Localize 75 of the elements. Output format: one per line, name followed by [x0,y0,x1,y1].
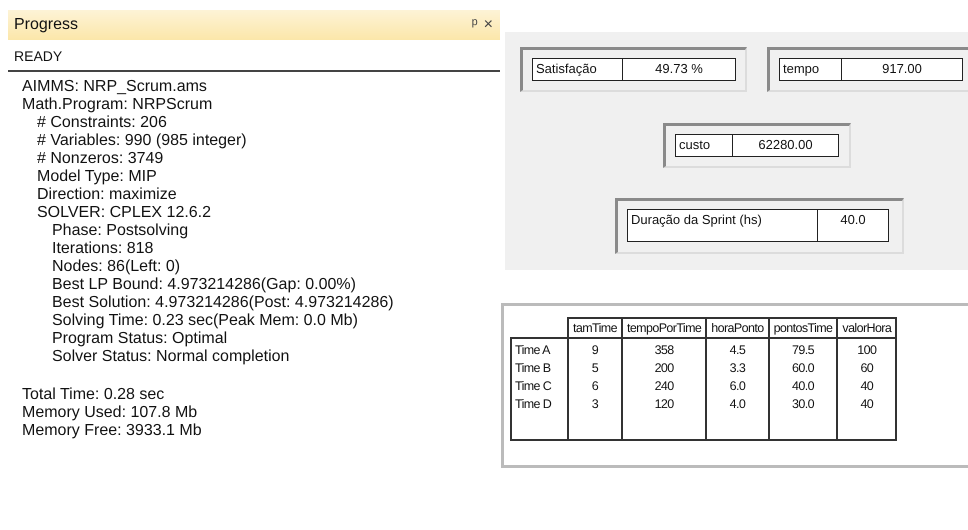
info-value: : Postsolving [97,222,188,239]
table-cell: 4.5 [706,338,769,359]
info-label: Solver Status [51,348,148,365]
table-cell: 3 [568,395,622,413]
info-label: Solving Time [51,312,144,329]
info-value: : 0.28 sec [94,386,164,403]
info-label: Phase [51,222,98,239]
table-cell: 60 [837,359,896,377]
info-value: : 4.973214286 [146,294,249,311]
column-header: horaPonto [706,318,769,338]
info-label: # Nonzeros [36,150,119,167]
table-cell: 79.5 [768,338,838,359]
column-header: tamTime [568,318,622,338]
info-value: : 0.23 sec [144,312,213,329]
row-header: Time D [511,395,568,413]
table-cell: 6.0 [706,377,769,395]
info-label: SOLVER [36,204,101,221]
info-value: : Optimal [163,330,228,347]
info-label: Best LP Bound [51,276,158,293]
info-value: : 3933.1 Mb [117,422,202,439]
info-label: Direction [36,186,100,203]
info-label: Total Time [21,386,95,403]
column-header: valorHora [837,318,896,338]
info-label: # Constraints [36,114,132,131]
info-value: : NRP_Scrum.ams [74,78,207,95]
info-value: : 990 (985 integer) [116,132,247,149]
info-label: Model Type [36,168,120,185]
info-value: : Normal completion [147,348,290,365]
info-label: Program Status [51,330,164,347]
table-cell: 4.0 [706,395,769,413]
close-button[interactable]: × [480,16,496,34]
row-header: Time A [511,338,568,359]
info-label: Iterations [51,240,118,257]
info-label: Memory Used [21,404,122,421]
info-value: : 206 [131,114,167,131]
row-header: Time C [511,377,568,395]
table-cell: 5 [568,359,622,377]
info-value: : 107.8 Mb [122,404,198,421]
info-note: (Peak Mem: 0.0 Mb) [212,312,358,329]
table-cell: 30.0 [768,395,838,413]
info-value: : CPLEX 12.6.2 [100,204,212,221]
info-label: Best Solution [51,294,146,311]
info-label: Math.Program [21,96,124,113]
table-cell: 40.0 [768,377,838,395]
info-value: : 818 [118,240,154,257]
info-value: : 4.973214286 [158,276,261,293]
info-value: : 3749 [118,150,164,167]
table-cell: 3.3 [706,359,769,377]
info-value: : NRPScrum [123,96,212,113]
table-cell: 100 [837,338,896,359]
info-label: # Variables [36,132,116,149]
table-cell: 40 [837,395,896,413]
info-value: : 86 [98,258,125,275]
status-text: READY [13,47,64,66]
table-cell: 40 [837,377,896,395]
table-cell: 120 [622,395,706,413]
info-label: Nodes [51,258,98,275]
table-cell: 240 [622,377,706,395]
pin-button[interactable]: ᵖ [468,16,481,34]
info-label: Memory Free [21,422,118,439]
table-cell: 200 [622,359,706,377]
column-header: pontosTime [768,318,838,338]
column-header: tempoPorTime [622,318,706,338]
info-label: AIMMS [21,78,74,95]
panel-title: Progress [14,16,78,34]
info-note: (Gap: 0.00%) [260,276,356,293]
table-cell: 9 [568,338,622,359]
info-note: (Left: 0) [124,258,180,275]
info-value: : maximize [100,186,177,203]
info-value: : MIP [119,168,157,185]
table-cell: 6 [568,377,622,395]
table-cell: 60.0 [768,359,838,377]
row-header: Time B [511,359,568,377]
table-cell: 358 [622,338,706,359]
info-note: (Post: 4.973214286) [248,294,394,311]
